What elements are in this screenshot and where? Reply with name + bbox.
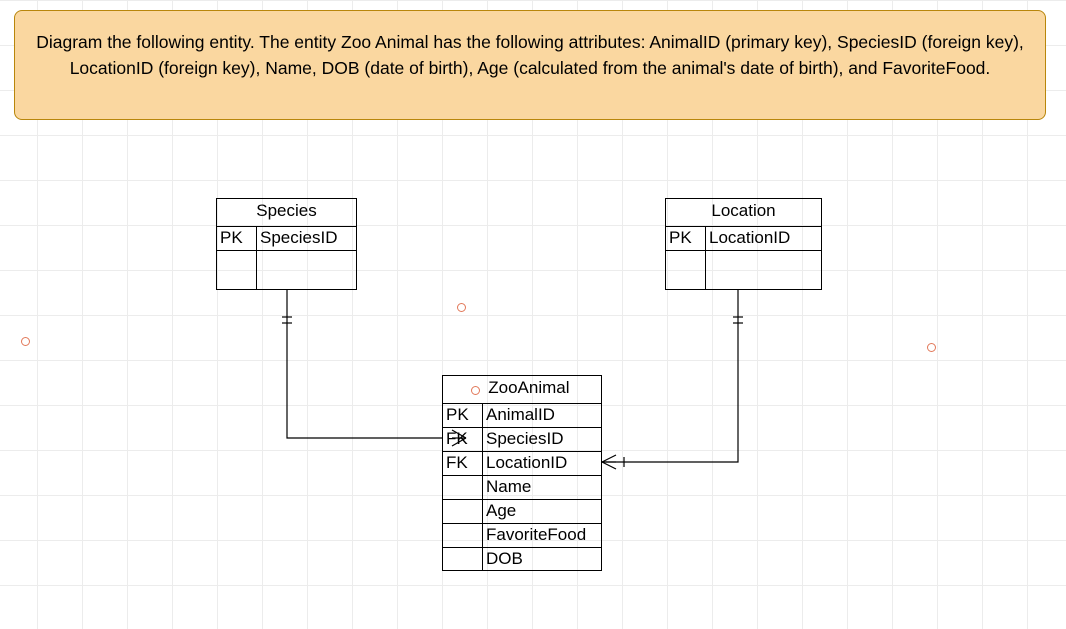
species-row0-val: SpeciesID xyxy=(256,226,357,250)
entity-species-title: Species xyxy=(216,198,357,226)
dot-icon xyxy=(471,386,480,395)
species-row0-key: PK xyxy=(216,226,256,250)
zoo-row5-val: FavoriteFood xyxy=(482,523,602,547)
zoo-row5-key xyxy=(442,523,482,547)
zoo-row0-val: AnimalID xyxy=(482,403,602,427)
zoo-row6-val: DOB xyxy=(482,547,602,571)
entity-zooanimal-title: ZooAnimal xyxy=(442,375,602,403)
zoo-row3-key xyxy=(442,475,482,499)
species-pad-key xyxy=(216,250,256,290)
zoo-row1-val: SpeciesID xyxy=(482,427,602,451)
entity-location-title: Location xyxy=(665,198,822,226)
entity-location[interactable]: Location PK LocationID xyxy=(665,198,822,274)
zoo-row2-key: FK xyxy=(442,451,482,475)
zoo-row3-val: Name xyxy=(482,475,602,499)
zoo-row4-val: Age xyxy=(482,499,602,523)
location-row0-key: PK xyxy=(665,226,705,250)
zoo-row0-key: PK xyxy=(442,403,482,427)
location-pad-key xyxy=(665,250,705,290)
zoo-row6-key xyxy=(442,547,482,571)
instructions-box: Diagram the following entity. The entity… xyxy=(14,10,1046,120)
zooanimal-title-text: ZooAnimal xyxy=(488,378,569,397)
handle-dot-mid[interactable] xyxy=(457,303,466,312)
location-pad-val xyxy=(705,250,822,290)
handle-dot-left[interactable] xyxy=(21,337,30,346)
species-pad-val xyxy=(256,250,357,290)
entity-zooanimal[interactable]: ZooAnimal PK AnimalID FK SpeciesID FK Lo… xyxy=(442,375,602,571)
entity-species[interactable]: Species PK SpeciesID xyxy=(216,198,357,274)
location-row0-val: LocationID xyxy=(705,226,822,250)
handle-dot-right[interactable] xyxy=(927,343,936,352)
zoo-row1-key: FK xyxy=(442,427,482,451)
zoo-row4-key xyxy=(442,499,482,523)
instructions-text: Diagram the following entity. The entity… xyxy=(36,32,1024,78)
zoo-row2-val: LocationID xyxy=(482,451,602,475)
